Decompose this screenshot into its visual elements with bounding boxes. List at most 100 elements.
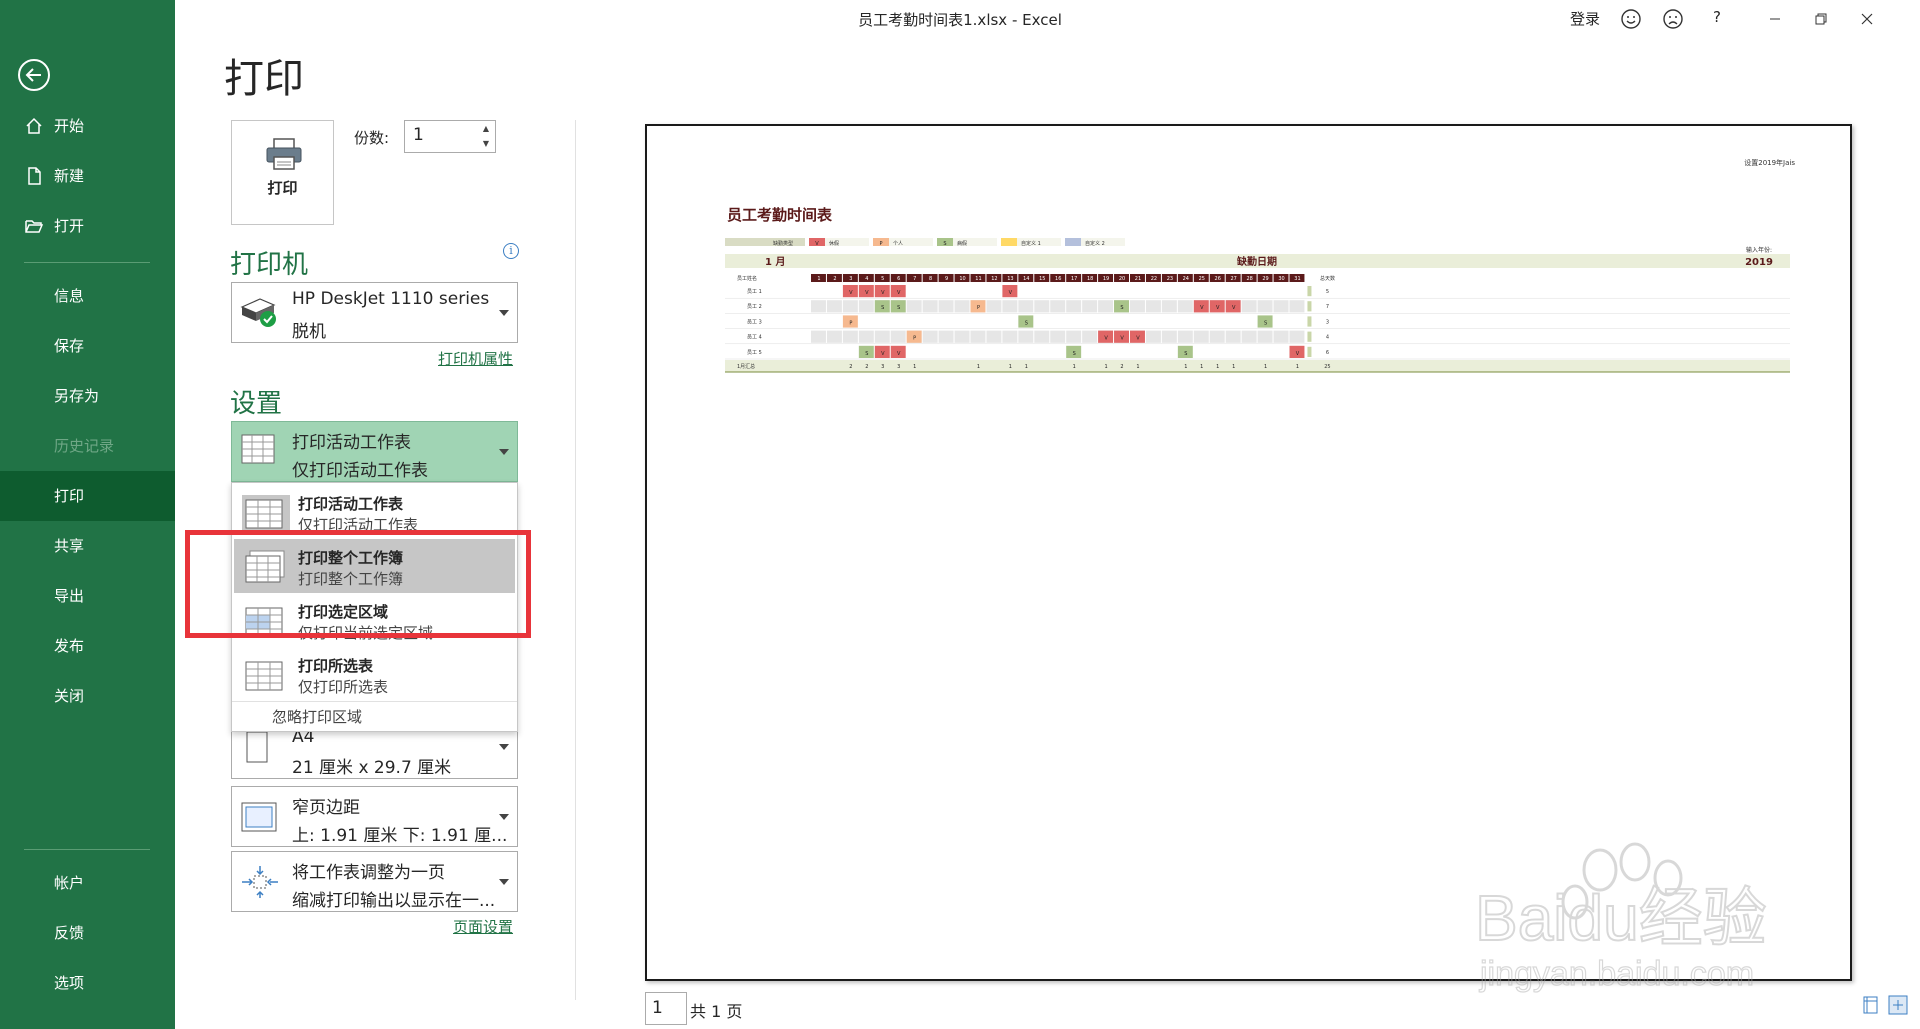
ignore-print-area-option[interactable]: 忽略打印区域: [232, 701, 517, 732]
summary-count: 1: [1216, 364, 1219, 370]
day-cell: [1130, 300, 1145, 313]
employee-total: 4: [1326, 335, 1329, 341]
nav-label: 新建: [54, 167, 85, 185]
nav-item-print[interactable]: 打印: [0, 471, 175, 521]
legend-code: P: [879, 241, 882, 247]
page-number-input[interactable]: 1: [645, 992, 687, 1025]
summary-label: 1月汇总: [737, 363, 755, 370]
copies-spinner[interactable]: ▲ ▼: [477, 121, 495, 152]
minimize-button[interactable]: [1752, 0, 1798, 38]
spin-up-icon[interactable]: ▲: [477, 121, 495, 136]
printer-name: HP DeskJet 1110 series: [292, 289, 490, 309]
nav-item-new[interactable]: 新建: [0, 151, 175, 201]
spin-down-icon[interactable]: ▼: [477, 136, 495, 151]
absence-code: S: [1264, 320, 1267, 326]
day-header-label: 17: [1071, 276, 1077, 282]
day-cell: [938, 285, 954, 298]
summary-count: 1: [1232, 364, 1235, 370]
legend-label: 缺勤类型: [773, 240, 793, 247]
day-cell: [1225, 345, 1241, 358]
back-arrow-icon[interactable]: [18, 59, 50, 91]
zoom-to-page-icon[interactable]: [1888, 995, 1908, 1015]
nav-item-info[interactable]: 信息: [0, 271, 175, 321]
employee-total: 5: [1326, 289, 1329, 295]
day-cell: [1177, 300, 1193, 313]
printer-dropdown[interactable]: HP DeskJet 1110 series 脱机: [231, 282, 518, 343]
day-header-label: 23: [1167, 276, 1173, 282]
day-cell: [1050, 315, 1066, 328]
nav-item-export[interactable]: 导出: [0, 571, 175, 621]
restore-button[interactable]: [1798, 0, 1844, 38]
day-header-label: 7: [913, 276, 916, 282]
nav-item-save-as[interactable]: 另存为: [0, 371, 175, 421]
page-icon: [246, 731, 268, 763]
day-cell: [938, 300, 954, 313]
day-cell: [1018, 330, 1034, 343]
day-cell: [970, 345, 986, 358]
print-scope-dropdown[interactable]: 打印活动工作表 仅打印活动工作表: [231, 421, 518, 482]
frown-icon[interactable]: [1662, 8, 1684, 30]
legend-label: 病假: [957, 240, 967, 247]
nav-item-publish[interactable]: 发布: [0, 621, 175, 671]
day-cell: [1034, 315, 1050, 328]
menu-item-selected-sheets[interactable]: 打印所选表 仅打印所选表: [234, 647, 515, 701]
day-cell: [1018, 345, 1034, 358]
page-setup-link[interactable]: 页面设置: [453, 916, 513, 937]
absence-code: V: [1216, 305, 1220, 311]
nav-item-options[interactable]: 选项: [0, 958, 175, 1008]
day-header-label: 13: [1007, 276, 1013, 282]
summary-count: 1: [1296, 364, 1299, 370]
day-cell: [874, 330, 890, 343]
day-header-label: 14: [1023, 276, 1029, 282]
margins-dropdown[interactable]: 窄页边距 上: 1.91 厘米 下: 1.91 厘...: [231, 786, 518, 847]
nav-item-open[interactable]: 打开: [0, 201, 175, 251]
day-header-label: 2: [833, 276, 836, 282]
day-header-label: 19: [1103, 276, 1109, 282]
chevron-down-icon: [499, 879, 509, 885]
absence-code: V: [897, 351, 901, 357]
fit-to-page-icon: [242, 866, 278, 898]
nav-item-account[interactable]: 帐户: [0, 858, 175, 908]
nav-item-save[interactable]: 保存: [0, 321, 175, 371]
nav-item-close[interactable]: 关闭: [0, 671, 175, 721]
day-cell: [986, 345, 1002, 358]
smile-icon[interactable]: [1620, 8, 1642, 30]
day-cell: [1177, 315, 1193, 328]
day-cell: [1082, 330, 1098, 343]
absence-code: V: [881, 290, 885, 296]
day-header-label: 9: [945, 276, 948, 282]
printer-icon: [266, 138, 302, 170]
day-cell: [1241, 315, 1257, 328]
info-icon[interactable]: i: [503, 243, 519, 259]
day-cell: [1050, 300, 1066, 313]
day-cell: [1002, 330, 1018, 343]
summary-count: 1: [1073, 364, 1076, 370]
absence-code: V: [1009, 290, 1013, 296]
menu-item-title: 打印所选表: [298, 657, 374, 675]
print-button[interactable]: 打印: [231, 120, 334, 225]
day-cell: [938, 330, 954, 343]
day-cell: [954, 315, 970, 328]
nav-item-share[interactable]: 共享: [0, 521, 175, 571]
restore-icon: [1815, 13, 1827, 25]
nav-item-feedback[interactable]: 反馈: [0, 908, 175, 958]
day-cell: [1161, 285, 1177, 298]
employee-total: 3: [1326, 319, 1329, 325]
printer-properties-link[interactable]: 打印机属性: [438, 348, 513, 369]
nav-item-home[interactable]: 开始: [0, 101, 175, 151]
day-cell: [1130, 345, 1145, 358]
day-cell: [906, 285, 922, 298]
scaling-dropdown[interactable]: 将工作表调整为一页 缩减打印输出以显示在一...: [231, 851, 518, 912]
day-cell: [858, 315, 874, 328]
absence-code: P: [977, 305, 980, 311]
day-cell: [1177, 330, 1193, 343]
login-link[interactable]: 登录: [1570, 8, 1600, 29]
legend-code: S: [943, 241, 946, 247]
close-button[interactable]: [1844, 0, 1890, 38]
help-button[interactable]: ?: [1713, 8, 1721, 26]
day-cell: [1257, 300, 1273, 313]
day-cell: [826, 300, 842, 313]
day-cell: [1018, 285, 1034, 298]
show-margins-icon[interactable]: [1862, 995, 1880, 1015]
day-cell: [1241, 330, 1257, 343]
